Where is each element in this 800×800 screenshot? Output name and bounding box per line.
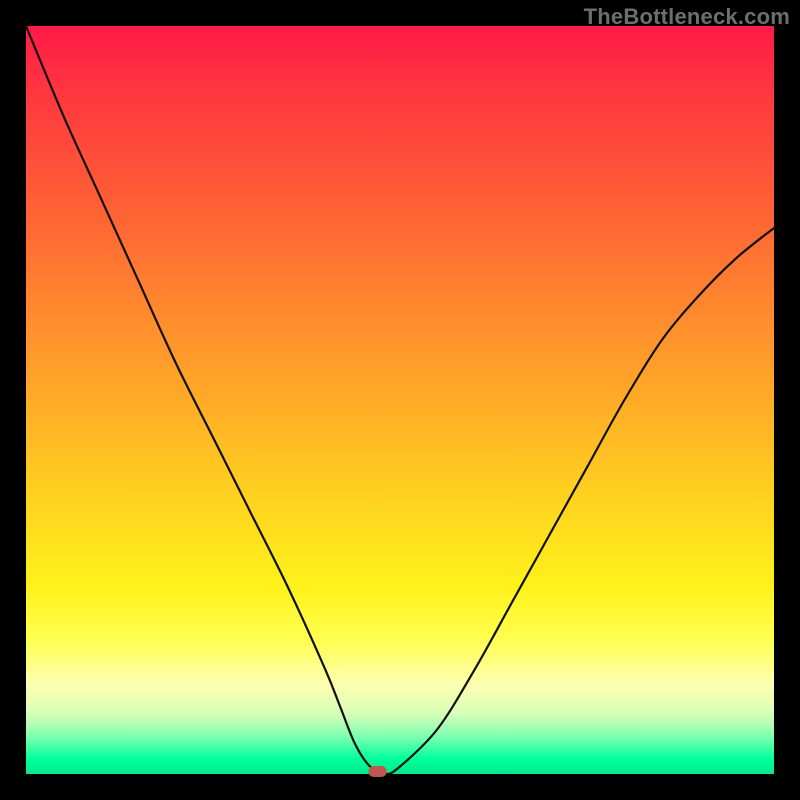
- curve-path: [26, 26, 774, 774]
- optimum-marker: [369, 766, 387, 777]
- chart-frame: TheBottleneck.com: [0, 0, 800, 800]
- plot-area: [26, 26, 774, 774]
- bottleneck-curve: [26, 26, 774, 774]
- watermark-text: TheBottleneck.com: [584, 4, 790, 30]
